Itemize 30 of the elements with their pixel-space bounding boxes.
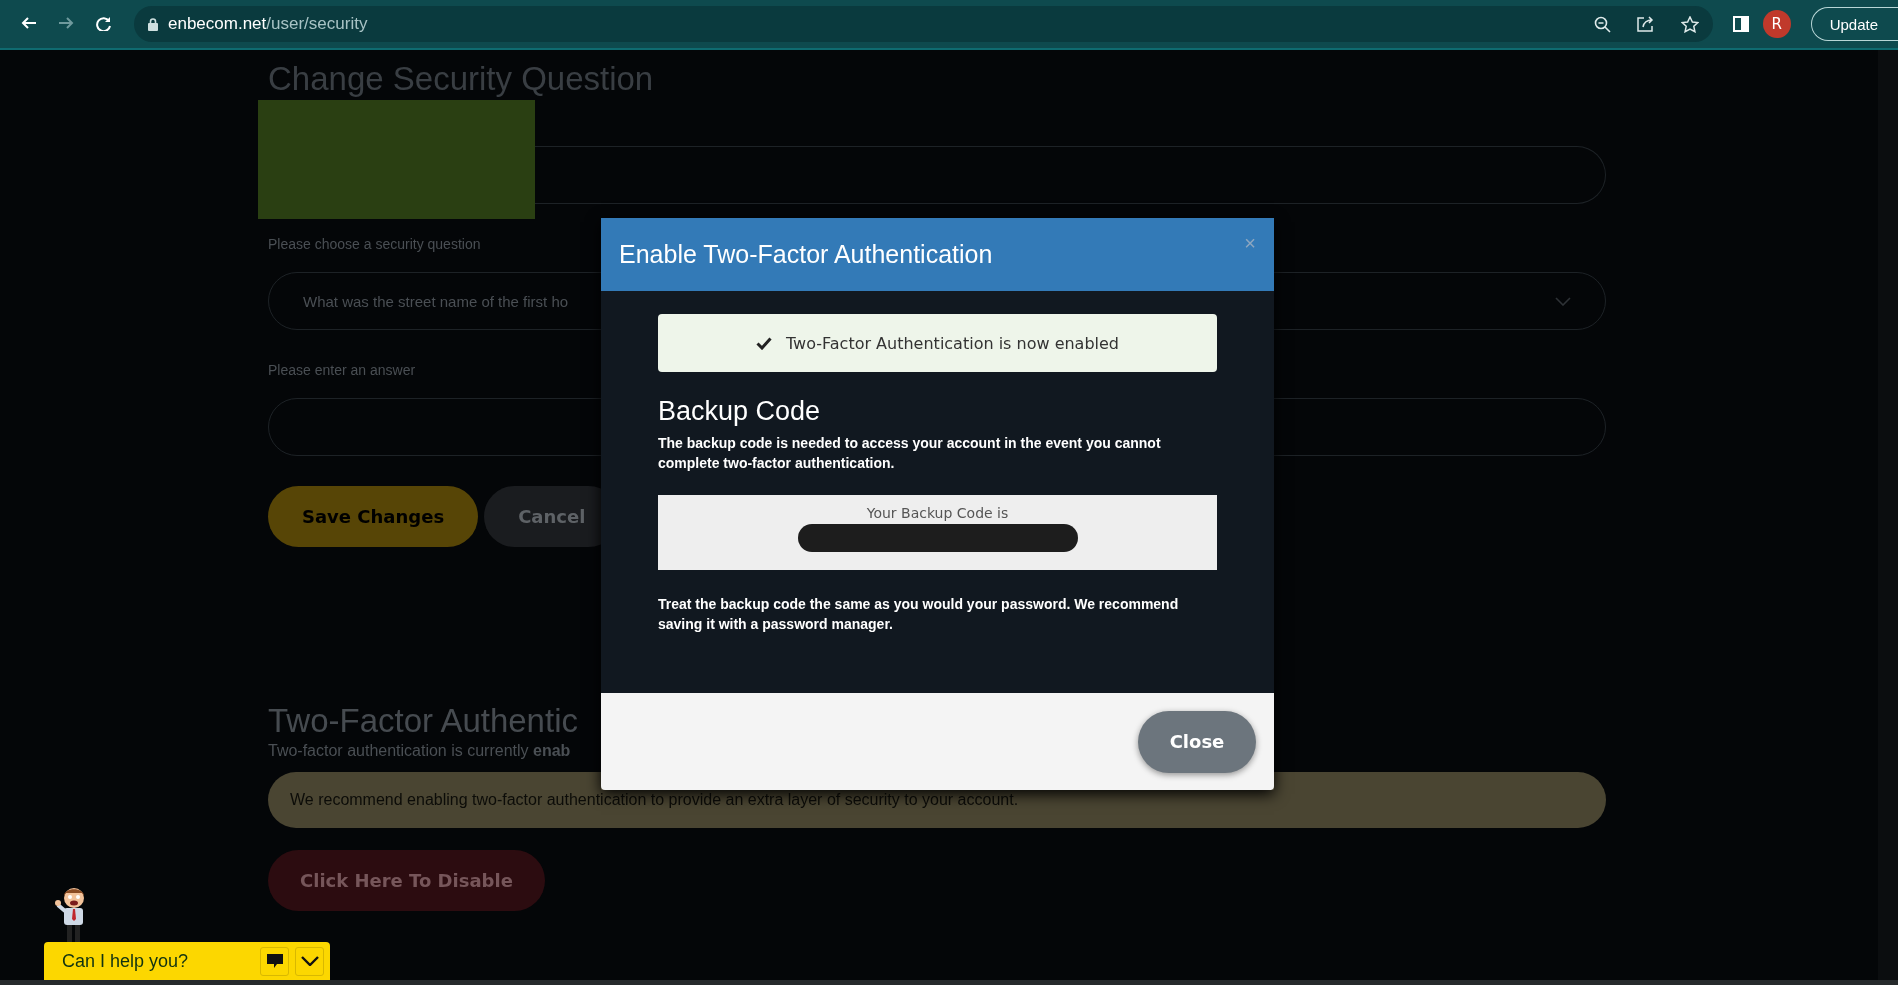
- check-icon: [756, 336, 772, 350]
- speech-bubble-icon: [265, 953, 284, 969]
- back-arrow-icon[interactable]: [19, 17, 37, 31]
- sidebar-icon[interactable]: [1732, 16, 1749, 32]
- address-bar[interactable]: enbecom.net/user/security: [134, 6, 1713, 42]
- section-title: Two-Factor Authentic: [268, 702, 579, 740]
- url-text: enbecom.net/user/security: [168, 14, 368, 34]
- disable-button[interactable]: Click Here To Disable: [268, 850, 545, 911]
- modal-title: Enable Two-Factor Authentication: [619, 240, 993, 269]
- lock-icon: [148, 17, 158, 31]
- star-icon[interactable]: [1680, 15, 1699, 33]
- zoom-icon[interactable]: [1593, 15, 1611, 33]
- code-label: Your Backup Code is: [866, 505, 1009, 521]
- advice-text: Treat the backup code the same as you would your password. We recommend saving it with a password manager.: [658, 595, 1180, 634]
- field-label: Please choose a security question: [268, 236, 481, 252]
- section-title: Change Security Question: [268, 60, 655, 99]
- reload-icon[interactable]: [95, 17, 113, 31]
- description-text: The backup code is needed to access your account in the event you cannot complete two-factor authentication.: [658, 434, 1162, 473]
- chat-prompt: Can I help you?: [62, 950, 190, 972]
- chat-button[interactable]: [260, 946, 289, 976]
- profile-avatar[interactable]: R: [1762, 10, 1791, 38]
- collapse-button[interactable]: [295, 946, 324, 976]
- chevron-icon: [300, 956, 319, 966]
- field-label: Please enter an answer: [268, 362, 416, 378]
- status-text: Two-factor authentication is currently enab: [268, 742, 571, 760]
- success-text: Two-Factor Authentication is now enabled: [786, 333, 1119, 353]
- close-button[interactable]: Close: [1138, 710, 1256, 773]
- chevron-icon: [1555, 296, 1571, 306]
- share-icon[interactable]: [1636, 16, 1655, 32]
- backup-heading: Backup Code: [658, 396, 822, 427]
